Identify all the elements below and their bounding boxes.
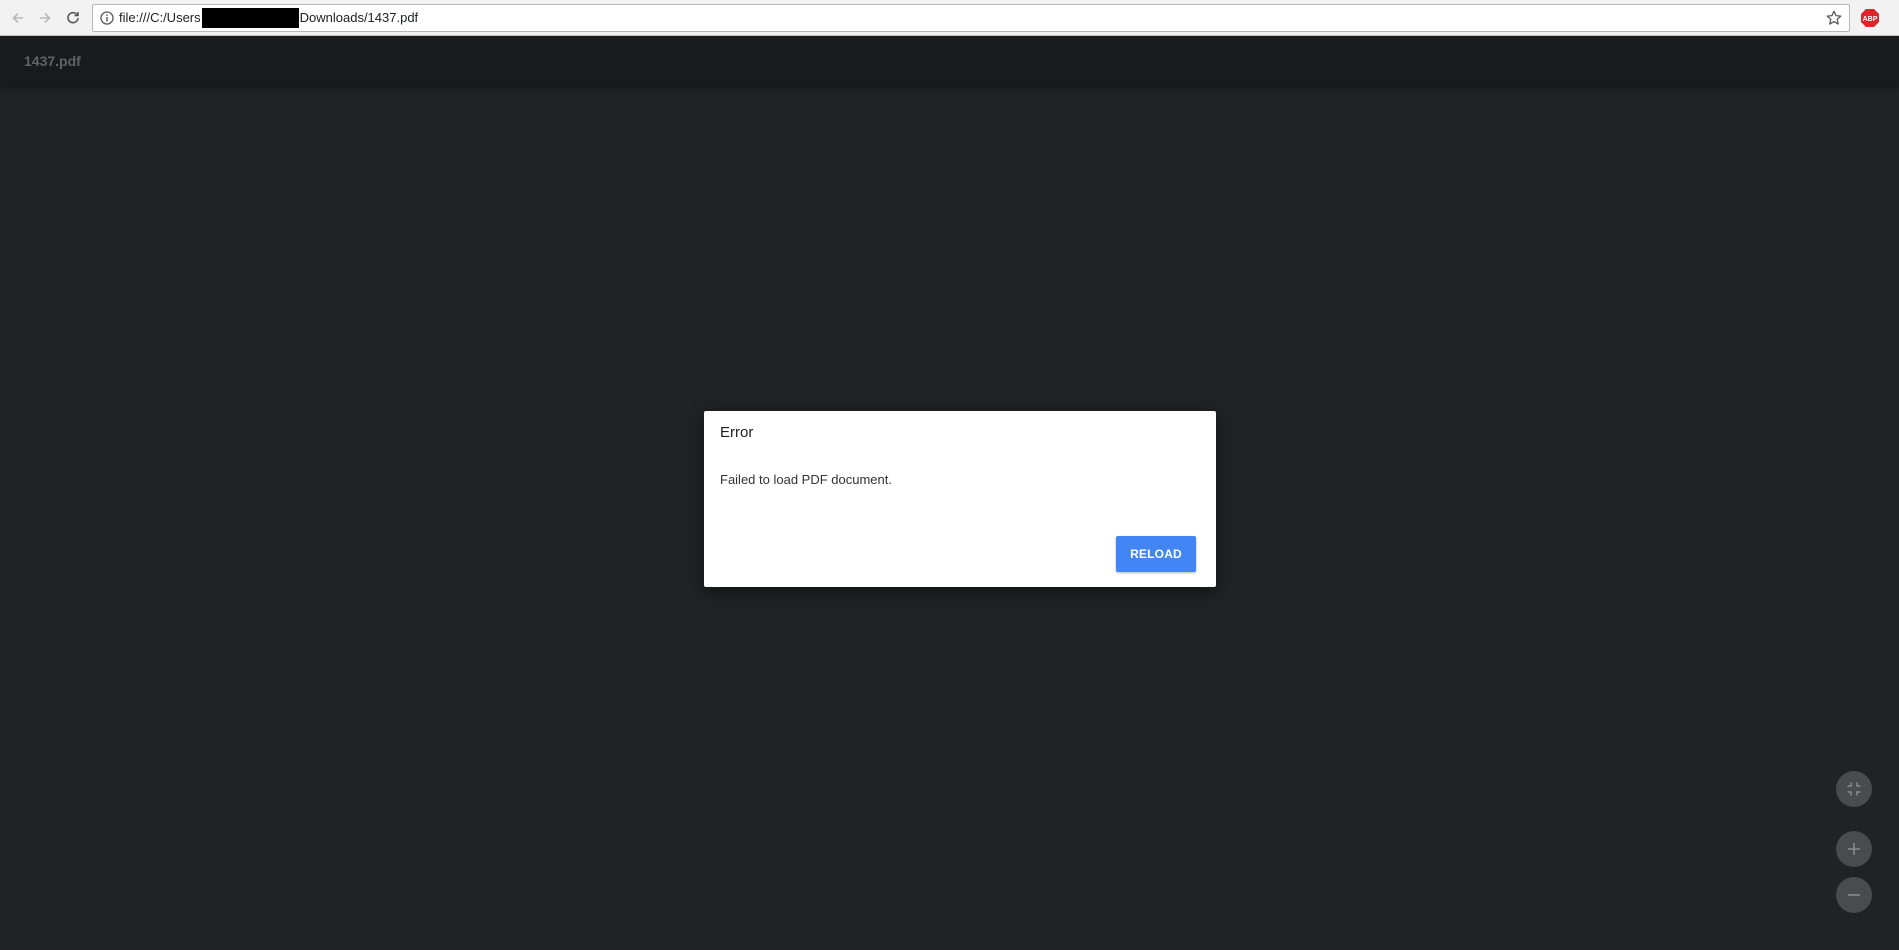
pdf-title: 1437.pdf xyxy=(24,53,81,69)
minus-icon xyxy=(1848,894,1860,896)
forward-arrow-icon xyxy=(40,12,51,24)
svg-text:ABP: ABP xyxy=(1863,16,1878,23)
reload-button[interactable]: RELOAD xyxy=(1116,536,1196,572)
url-suffix: Downloads/1437.pdf xyxy=(299,10,419,25)
back-arrow-icon xyxy=(12,12,23,24)
fit-to-page-icon xyxy=(1847,782,1861,796)
error-dialog: Error Failed to load PDF document. RELOA… xyxy=(704,411,1216,587)
zoom-out-button[interactable] xyxy=(1836,877,1872,913)
reload-page-button[interactable] xyxy=(61,6,85,30)
browser-toolbar: file:///C:/Users Downloads/1437.pdf ABP xyxy=(0,0,1899,36)
forward-button[interactable] xyxy=(33,6,57,30)
url-text[interactable]: file:///C:/Users Downloads/1437.pdf xyxy=(119,5,418,31)
refresh-icon xyxy=(67,11,79,24)
adblock-plus-icon[interactable]: ABP xyxy=(1860,8,1880,28)
fit-to-page-button[interactable] xyxy=(1836,771,1872,807)
redacted-username xyxy=(201,8,299,28)
address-bar[interactable]: file:///C:/Users Downloads/1437.pdf xyxy=(92,4,1850,32)
pdf-viewer-toolbar: 1437.pdf xyxy=(0,36,1899,86)
dialog-title: Error xyxy=(720,424,754,441)
back-button[interactable] xyxy=(6,6,30,30)
dialog-message: Failed to load PDF document. xyxy=(720,472,892,487)
bookmark-star-icon[interactable] xyxy=(1825,9,1843,27)
info-icon[interactable] xyxy=(99,10,115,26)
url-prefix: file:///C:/Users xyxy=(119,10,201,25)
zoom-in-button[interactable] xyxy=(1836,831,1872,867)
plus-icon xyxy=(1848,843,1860,855)
